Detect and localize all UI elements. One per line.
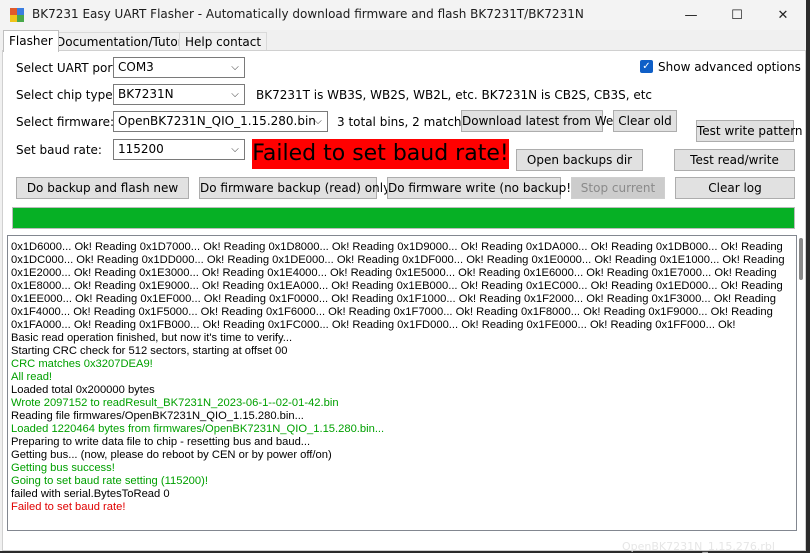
log-line: 0x1E8000... Ok! Reading 0x1E9000... Ok! … xyxy=(11,280,783,292)
tab-strip: Flasher Documentation/Tutorials Help con… xyxy=(0,30,806,52)
log-line: Basic read operation finished, but now i… xyxy=(11,332,293,344)
log-line: Preparing to write data file to chip - r… xyxy=(11,436,311,448)
log-line: 0x1DC000... Ok! Reading 0x1DD000... Ok! … xyxy=(11,254,785,266)
chevron-down-icon: ⌵ xyxy=(231,62,239,73)
progress-bar xyxy=(12,207,795,229)
tab-help-contact[interactable]: Help contact xyxy=(179,32,268,51)
chevron-down-icon: ⌵ xyxy=(314,116,322,127)
log-line: Going to set baud rate setting (115200)! xyxy=(11,475,208,487)
uart-port-value: COM3 xyxy=(118,60,154,74)
baud-rate-select[interactable]: 115200 ⌵ xyxy=(113,139,245,160)
firmware-write-button[interactable]: Do firmware write (no backup!) xyxy=(387,177,576,199)
log-line: 0x1E2000... Ok! Reading 0x1E3000... Ok! … xyxy=(11,267,777,279)
maximize-button[interactable]: ☐ xyxy=(714,0,760,30)
log-line: Reading file firmwares/OpenBK7231N_QIO_1… xyxy=(11,410,304,422)
log-line: Getting bus success! xyxy=(11,462,115,474)
uart-port-label: Select UART port: xyxy=(16,61,122,75)
log-line: Loaded 1220464 bytes from firmwares/Open… xyxy=(11,423,385,435)
checkbox-checked-icon[interactable]: ✓ xyxy=(640,60,653,73)
test-read-write-button[interactable]: Test read/write xyxy=(674,149,795,171)
progress-fill xyxy=(13,208,794,228)
chip-type-label: Select chip type: xyxy=(16,88,117,102)
app-icon xyxy=(10,8,24,22)
minimize-button[interactable]: — xyxy=(668,0,714,30)
baud-rate-label: Set baud rate: xyxy=(16,143,102,157)
backup-and-flash-button[interactable]: Do backup and flash new xyxy=(16,177,189,199)
tab-flasher[interactable]: Flasher xyxy=(3,30,59,52)
firmware-label: Select firmware: xyxy=(16,115,115,129)
log-line: 0x1D6000... Ok! Reading 0x1D7000... Ok! … xyxy=(11,241,783,253)
chip-info-text: BK7231T is WB3S, WB2S, WB2L, etc. BK7231… xyxy=(256,88,653,102)
title-bar: BK7231 Easy UART Flasher - Automatically… xyxy=(0,0,806,30)
firmware-value: OpenBK7231N_QIO_1.15.280.bin xyxy=(118,114,316,128)
app-window: BK7231 Easy UART Flasher - Automatically… xyxy=(0,0,806,551)
baud-rate-value: 115200 xyxy=(118,142,164,156)
download-latest-button[interactable]: Download latest from Web xyxy=(461,110,621,132)
test-write-pattern-button[interactable]: Test write pattern xyxy=(696,120,803,142)
taskbar-file-label: OpenBK7231N_1.15.276.rbl xyxy=(622,540,775,553)
clear-old-button[interactable]: Clear old xyxy=(613,110,677,132)
log-line: Loaded total 0x200000 bytes xyxy=(11,384,155,396)
log-line: Getting bus... (now, please do reboot by… xyxy=(11,449,332,461)
log-line: CRC matches 0x3207DEA9! xyxy=(11,358,153,370)
firmware-backup-button[interactable]: Do firmware backup (read) only xyxy=(199,177,390,199)
log-output[interactable]: 0x1D6000... Ok! Reading 0x1D7000... Ok! … xyxy=(7,235,797,531)
log-line: All read! xyxy=(11,371,53,383)
clear-log-button[interactable]: Clear log xyxy=(675,177,795,199)
log-line: Failed to set baud rate! xyxy=(11,501,126,513)
close-button[interactable]: ✕ xyxy=(760,0,806,30)
chip-type-select[interactable]: BK7231N ⌵ xyxy=(113,84,245,105)
log-line: Starting CRC check for 512 sectors, star… xyxy=(11,345,288,357)
stop-current-button[interactable]: Stop current xyxy=(571,177,665,199)
log-scrollbar[interactable] xyxy=(799,238,803,280)
chip-type-value: BK7231N xyxy=(118,87,174,101)
log-line: Wrote 2097152 to readResult_BK7231N_2023… xyxy=(11,397,339,409)
uart-port-select[interactable]: COM3 ⌵ xyxy=(113,57,245,78)
firmware-select[interactable]: OpenBK7231N_QIO_1.15.280.bin ⌵ xyxy=(113,111,328,132)
show-advanced-label[interactable]: Show advanced options xyxy=(658,60,801,74)
log-line: 0x1F4000... Ok! Reading 0x1F5000... Ok! … xyxy=(11,306,773,318)
chevron-down-icon: ⌵ xyxy=(231,144,239,155)
log-line: 0x1FA000... Ok! Reading 0x1FB000... Ok! … xyxy=(11,319,736,331)
window-title: BK7231 Easy UART Flasher - Automatically… xyxy=(32,7,584,21)
error-banner: Failed to set baud rate! xyxy=(252,139,509,169)
log-line: failed with serial.BytesToRead 0 xyxy=(11,488,170,500)
chevron-down-icon: ⌵ xyxy=(231,89,239,100)
log-line: 0x1EE000... Ok! Reading 0x1EF000... Ok! … xyxy=(11,293,776,305)
open-backups-button[interactable]: Open backups dir xyxy=(516,149,643,171)
